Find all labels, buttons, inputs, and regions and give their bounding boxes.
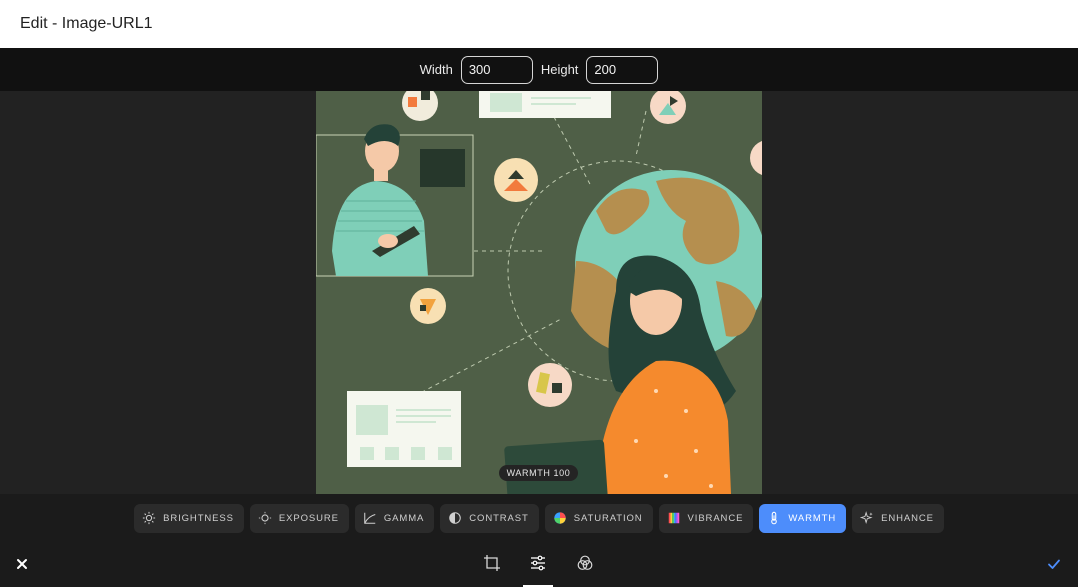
gamma-label: GAMMA [383, 512, 425, 524]
gamma-icon [364, 512, 376, 524]
contrast-button[interactable]: CONTRAST [440, 503, 539, 533]
adjustments-toolbar: BRIGHTNESS EXPOSURE GAMMA CONTRAST SATUR… [0, 494, 1078, 542]
height-label: Height [540, 62, 579, 77]
vibrance-button[interactable]: VIBRANCE [658, 503, 754, 533]
enhance-button[interactable]: ENHANCE [852, 503, 944, 533]
gamma-button[interactable]: GAMMA [354, 503, 435, 533]
enhance-label: ENHANCE [881, 512, 934, 524]
saturation-button[interactable]: SATURATION [544, 503, 653, 533]
vibrance-label: VIBRANCE [687, 512, 744, 524]
sparkle-icon [860, 511, 873, 525]
contrast-icon [449, 512, 462, 524]
saturation-icon [554, 512, 566, 524]
contrast-label: CONTRAST [469, 512, 529, 524]
exposure-button[interactable]: EXPOSURE [249, 503, 349, 533]
bottom-toolbar [0, 542, 1078, 587]
canvas-area [0, 91, 1078, 494]
exposure-icon [258, 511, 271, 525]
width-input[interactable] [460, 55, 533, 84]
vibrance-icon [668, 512, 679, 524]
warmth-label: WARMTH [788, 512, 837, 524]
dimensions-bar: Width Height [0, 48, 1078, 91]
width-label: Width [419, 62, 453, 77]
title-bar: Edit - Image-URL1 [0, 0, 1078, 48]
illustration [316, 91, 762, 494]
check-icon[interactable] [1046, 556, 1062, 572]
brightness-label: BRIGHTNESS [163, 512, 234, 524]
warmth-button[interactable]: WARMTH [759, 503, 847, 533]
saturation-label: SATURATION [573, 512, 643, 524]
dialog-title: Edit - Image-URL1 [20, 15, 153, 32]
brightness-button[interactable]: BRIGHTNESS [134, 503, 244, 533]
image-preview[interactable] [316, 91, 762, 494]
warmth-value-badge: WARMTH 100 [499, 465, 578, 481]
sliders-icon[interactable] [529, 554, 547, 572]
filters-icon[interactable] [576, 554, 594, 572]
brightness-icon [142, 511, 156, 525]
exposure-label: EXPOSURE [278, 512, 339, 524]
thermometer-icon [771, 511, 778, 525]
crop-icon[interactable] [483, 554, 501, 572]
close-icon[interactable] [14, 556, 30, 572]
height-input[interactable] [586, 55, 659, 84]
